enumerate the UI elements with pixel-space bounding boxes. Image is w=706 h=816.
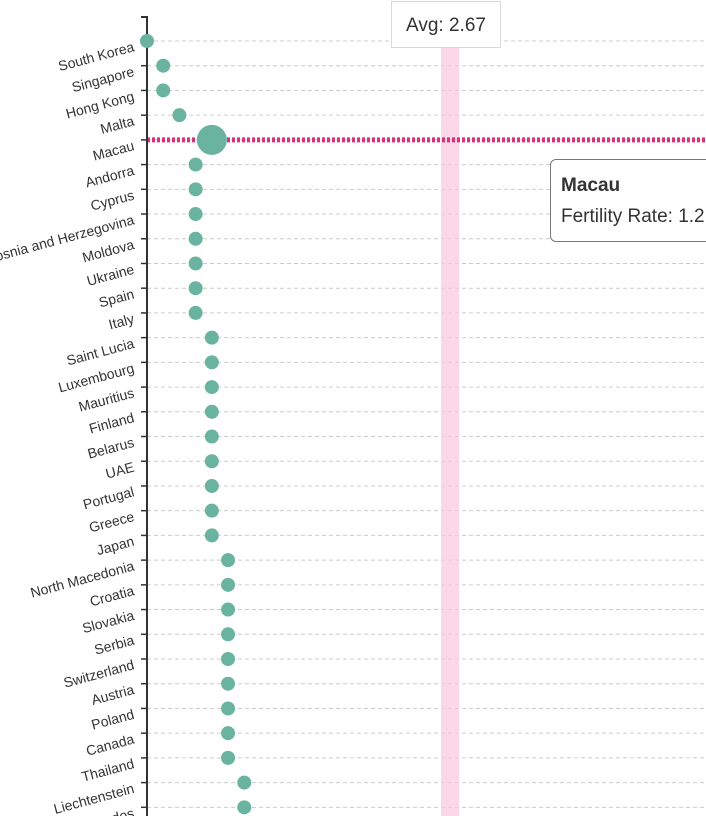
y-tick-label: Cyprus xyxy=(89,187,136,214)
data-point[interactable] xyxy=(140,34,154,48)
data-point[interactable] xyxy=(221,602,236,617)
average-label: Avg: 2.67 xyxy=(391,1,501,48)
y-tick-label: Greece xyxy=(87,508,136,535)
y-tick-label: Bosnia and Herzegovina xyxy=(0,211,136,266)
data-point[interactable] xyxy=(204,429,219,444)
data-point[interactable] xyxy=(221,627,236,642)
data-point[interactable] xyxy=(221,553,236,568)
y-tick-label: Croatia xyxy=(88,582,136,609)
data-point[interactable] xyxy=(188,157,203,172)
data-point[interactable] xyxy=(221,676,236,691)
y-tick-label: Spain xyxy=(97,286,136,311)
data-point[interactable] xyxy=(188,182,203,197)
data-point[interactable] xyxy=(204,355,219,370)
data-point[interactable] xyxy=(204,380,219,395)
chart-root: South Korea Singapore Hong Kong Malta Macau A… xyxy=(0,0,706,816)
y-tick-label: Canada xyxy=(84,731,136,759)
data-point[interactable] xyxy=(221,750,236,765)
y-tick-label: Austria xyxy=(90,681,136,708)
data-point[interactable] xyxy=(204,503,219,518)
data-point[interactable] xyxy=(172,108,187,123)
data-point[interactable] xyxy=(188,305,203,320)
y-tick-label: Japan xyxy=(95,533,136,558)
y-tick-label: Italy xyxy=(107,310,136,332)
data-point[interactable] xyxy=(156,58,171,73)
data-point[interactable] xyxy=(156,83,171,98)
y-tick-label: Serbia xyxy=(93,632,136,658)
y-tick-label: Malta xyxy=(99,113,136,137)
y-tick-label: Poland xyxy=(90,706,136,733)
y-tick-label: Macau xyxy=(91,137,136,163)
data-point[interactable] xyxy=(221,577,236,592)
data-point[interactable] xyxy=(204,404,219,419)
data-point[interactable] xyxy=(188,207,203,222)
data-point[interactable] xyxy=(188,281,203,296)
y-axis xyxy=(141,16,148,816)
y-tick-label: UAE xyxy=(104,459,136,482)
data-point[interactable] xyxy=(204,478,219,493)
y-tick-labels: South KoreaSingaporeHong KongMaltaMacauA… xyxy=(0,38,136,816)
y-tick-label: Portugal xyxy=(81,483,136,512)
data-points xyxy=(140,34,252,815)
data-point[interactable] xyxy=(221,701,236,716)
data-point[interactable] xyxy=(204,454,219,469)
data-point[interactable] xyxy=(188,256,203,271)
y-tick-label: Belarus xyxy=(86,434,136,462)
average-band xyxy=(441,48,460,816)
data-point[interactable] xyxy=(221,726,236,741)
data-point[interactable] xyxy=(188,231,203,246)
y-tick-label: Finland xyxy=(87,409,135,436)
data-point[interactable] xyxy=(204,330,219,345)
data-point-highlighted[interactable] xyxy=(196,124,227,155)
data-point[interactable] xyxy=(237,775,252,790)
y-tick-label: Andorra xyxy=(84,162,136,190)
dot-plot: South KoreaSingaporeHong KongMaltaMacauA… xyxy=(0,16,706,816)
data-point[interactable] xyxy=(204,528,219,543)
grid-lines xyxy=(147,40,706,808)
data-point[interactable] xyxy=(237,800,252,815)
y-tick-label: Ukraine xyxy=(85,261,136,289)
data-point[interactable] xyxy=(221,652,236,666)
